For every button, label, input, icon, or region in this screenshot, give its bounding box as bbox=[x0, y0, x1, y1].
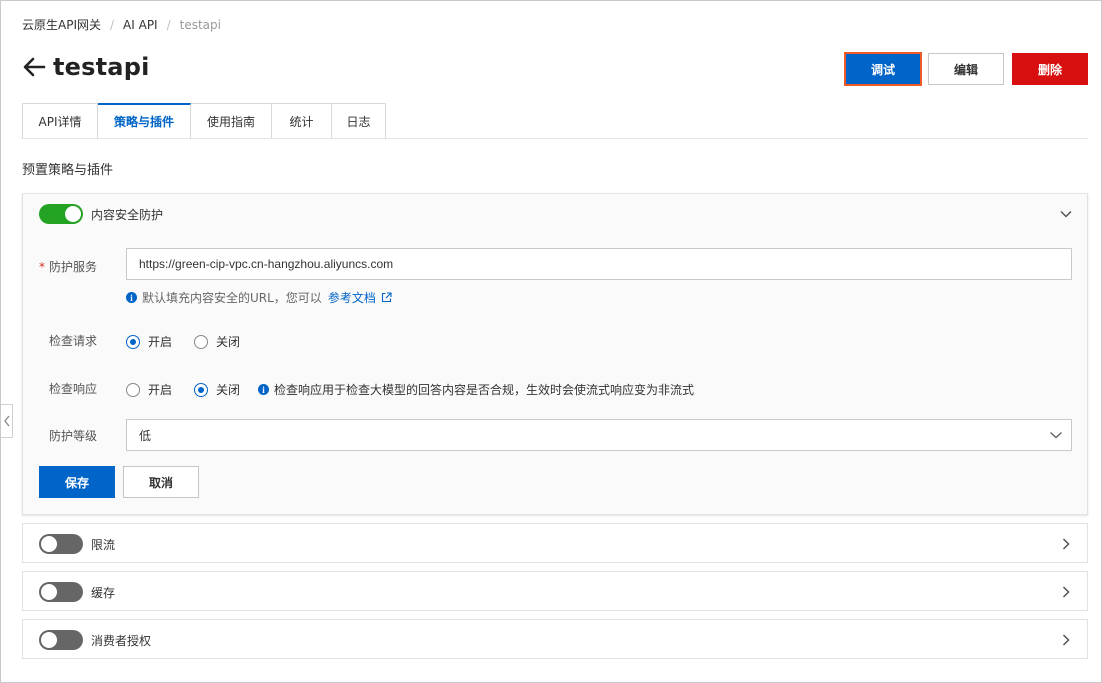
tab-api-details[interactable]: API详情 bbox=[22, 103, 98, 139]
protection-level-value: 低 bbox=[139, 428, 152, 443]
rate-limit-label: 限流 bbox=[91, 537, 116, 552]
breadcrumb-item-gateway[interactable]: 云原生API网关 bbox=[22, 16, 101, 33]
content-security-header[interactable]: 内容安全防护 bbox=[23, 194, 1087, 234]
debug-button[interactable]: 调试 bbox=[844, 52, 922, 86]
content-security-label: 内容安全防护 bbox=[91, 207, 164, 222]
check-request-on-radio[interactable]: 开启 bbox=[126, 333, 172, 350]
consumer-auth-toggle[interactable] bbox=[39, 630, 83, 650]
cache-toggle[interactable] bbox=[39, 582, 83, 602]
breadcrumb-separator: / bbox=[166, 17, 171, 32]
service-hint: i 默认填充内容安全的URL，您可以 参考文档 bbox=[126, 289, 392, 306]
save-button[interactable]: 保存 bbox=[39, 466, 115, 498]
radio-circle bbox=[194, 334, 209, 349]
check-response-radio-group: 开启 关闭 i 检查响应用于检查大模型的回答内容是否合规，生效时会使流式响应变为… bbox=[126, 381, 694, 398]
service-hint-text: 默认填充内容安全的URL，您可以 bbox=[142, 291, 322, 305]
cache-label: 缓存 bbox=[91, 585, 116, 600]
tab-logs[interactable]: 日志 bbox=[332, 103, 386, 139]
chevron-down-icon bbox=[1050, 431, 1062, 439]
chevron-down-icon[interactable] bbox=[1059, 207, 1073, 221]
service-field-label: * 防护服务 bbox=[39, 258, 97, 275]
tab-statistics[interactable]: 统计 bbox=[272, 103, 332, 139]
toggle-knob bbox=[41, 584, 57, 600]
check-response-hint-text: 检查响应用于检查大模型的回答内容是否合规，生效时会使流式响应变为非流式 bbox=[274, 383, 695, 397]
breadcrumb: 云原生API网关 / AI API / testapi bbox=[22, 16, 221, 33]
radio-label: 关闭 bbox=[216, 383, 241, 397]
info-icon: i bbox=[258, 384, 270, 395]
sidebar-collapse-handle[interactable] bbox=[1, 404, 13, 438]
back-arrow-icon[interactable] bbox=[21, 54, 47, 80]
radio-label: 开启 bbox=[148, 335, 173, 349]
plugin-panel-consumer-auth[interactable]: 消费者授权 bbox=[22, 619, 1088, 659]
cancel-button[interactable]: 取消 bbox=[123, 466, 199, 498]
tab-policies-plugins[interactable]: 策略与插件 bbox=[98, 103, 191, 139]
edit-button[interactable]: 编辑 bbox=[928, 53, 1004, 85]
reference-doc-link[interactable]: 参考文档 bbox=[328, 289, 376, 306]
chevron-left-icon bbox=[3, 415, 10, 427]
check-response-label: 检查响应 bbox=[49, 382, 98, 396]
check-response-on-radio[interactable]: 开启 bbox=[126, 381, 172, 398]
breadcrumb-separator: / bbox=[110, 17, 115, 32]
section-title: 预置策略与插件 bbox=[22, 163, 114, 178]
plugin-header: 消费者授权 bbox=[23, 620, 1087, 660]
toggle-knob bbox=[65, 206, 81, 222]
delete-button[interactable]: 删除 bbox=[1012, 53, 1088, 85]
tabs-divider bbox=[22, 138, 1088, 139]
protection-level-select[interactable]: 低 bbox=[126, 419, 1072, 451]
external-link-icon[interactable] bbox=[381, 292, 392, 303]
radio-circle bbox=[194, 382, 209, 397]
service-label-text: 防护服务 bbox=[49, 260, 98, 274]
check-response-off-radio[interactable]: 关闭 bbox=[194, 381, 240, 398]
plugin-panel-rate-limit[interactable]: 限流 bbox=[22, 523, 1088, 563]
title-row: testapi bbox=[21, 53, 150, 81]
check-request-label: 检查请求 bbox=[49, 334, 98, 348]
radio-circle bbox=[126, 382, 140, 397]
radio-label: 开启 bbox=[148, 383, 173, 397]
check-request-off-radio[interactable]: 关闭 bbox=[194, 333, 240, 350]
toggle-knob bbox=[41, 536, 57, 552]
chevron-right-icon[interactable] bbox=[1059, 585, 1073, 599]
plugin-header: 缓存 bbox=[23, 572, 1087, 612]
consumer-auth-label: 消费者授权 bbox=[91, 633, 152, 648]
tab-usage-guide[interactable]: 使用指南 bbox=[191, 103, 272, 139]
info-icon: i bbox=[126, 292, 137, 303]
plugin-panel-cache[interactable]: 缓存 bbox=[22, 571, 1088, 611]
check-response-hint: i 检查响应用于检查大模型的回答内容是否合规，生效时会使流式响应变为非流式 bbox=[258, 381, 694, 398]
radio-label: 关闭 bbox=[216, 335, 241, 349]
chevron-right-icon[interactable] bbox=[1059, 633, 1073, 647]
radio-circle bbox=[126, 334, 140, 349]
service-url-input[interactable] bbox=[126, 248, 1072, 280]
plugin-header: 限流 bbox=[23, 524, 1087, 564]
required-marker: * bbox=[39, 260, 45, 274]
app-frame: 云原生API网关 / AI API / testapi testapi 调试 编… bbox=[0, 0, 1102, 683]
rate-limit-toggle[interactable] bbox=[39, 534, 83, 554]
toggle-knob bbox=[41, 632, 57, 648]
tab-bar: API详情 策略与插件 使用指南 统计 日志 bbox=[22, 103, 386, 139]
chevron-right-icon[interactable] bbox=[1059, 537, 1073, 551]
check-request-radio-group: 开启 关闭 bbox=[126, 333, 262, 350]
protection-level-label: 防护等级 bbox=[49, 429, 98, 443]
content-security-panel: 内容安全防护 * 防护服务 i 默认填充内容安全的URL，您可以 参考文档 检查请… bbox=[22, 193, 1088, 515]
breadcrumb-item-current: testapi bbox=[179, 17, 221, 32]
breadcrumb-item-ai-api[interactable]: AI API bbox=[123, 18, 158, 32]
content-security-toggle[interactable] bbox=[39, 204, 83, 224]
page-title: testapi bbox=[53, 53, 150, 81]
